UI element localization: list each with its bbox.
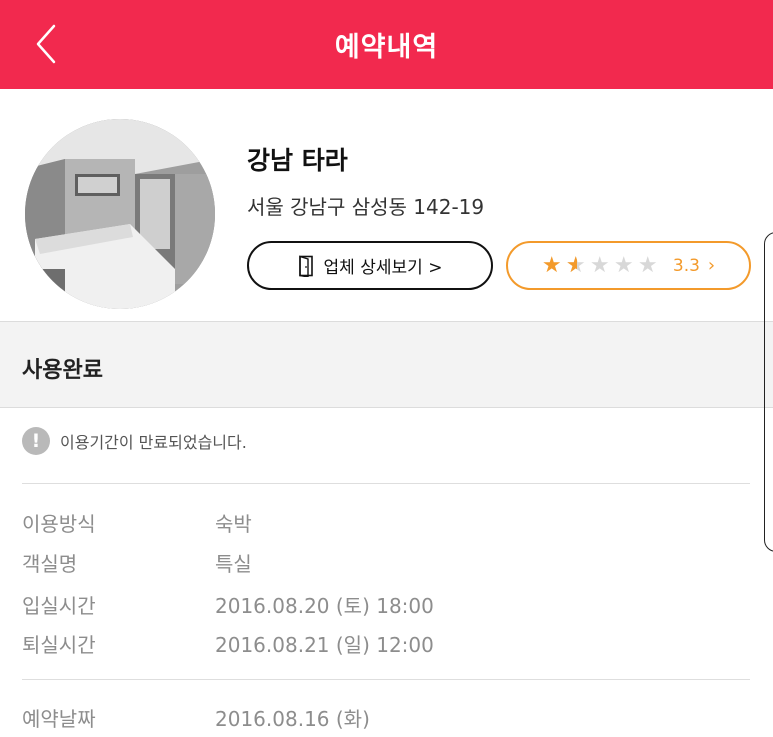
star-icon: ★ xyxy=(589,252,610,278)
page-title: 예약내역 xyxy=(334,32,439,63)
info-value: 특실 xyxy=(215,552,252,576)
divider xyxy=(22,679,750,680)
notice-text: 이용기간이 만료되었습니다. xyxy=(60,433,247,452)
hotel-summary: 강남 타라 서울 강남구 삼성동 142-19 업체 상세보기 > ★ ★ ★ ★ ★ … xyxy=(0,89,773,321)
info-value: 2016.08.20 (토) 18:00 xyxy=(215,594,434,618)
info-row-method: 이용방식 숙박 xyxy=(22,508,252,537)
info-row-booking-date: 예약날짜 2016.08.16 (화) xyxy=(22,703,370,732)
chevron-right-icon: › xyxy=(707,255,716,276)
info-value: 2016.08.21 (일) 12:00 xyxy=(215,633,434,657)
side-overlay-card[interactable] xyxy=(764,232,773,552)
info-label: 이용방식 xyxy=(22,512,96,536)
rating-value: 3.3 xyxy=(672,255,700,276)
chevron-left-icon xyxy=(36,24,56,64)
star-icon: ★ xyxy=(541,252,562,278)
hotel-room-image xyxy=(25,119,215,309)
status-section: 사용완료 xyxy=(0,321,773,408)
rating-button[interactable]: ★★★★★ 3.3 › xyxy=(506,241,751,290)
star-icon: ★ xyxy=(566,254,589,277)
status-label: 사용완료 xyxy=(22,358,103,383)
info-label: 입실시간 xyxy=(22,594,96,618)
info-row-room: 객실명 특실 xyxy=(22,548,252,577)
info-value: 숙박 xyxy=(215,512,252,536)
hotel-detail-button[interactable]: 업체 상세보기 > xyxy=(247,241,493,290)
hotel-photo xyxy=(25,119,215,309)
star-icon: ★ xyxy=(637,252,658,278)
expired-notice: ! 이용기간이 만료되었습니다. xyxy=(22,427,247,455)
info-label: 예약날짜 xyxy=(22,707,96,731)
rating-stars: ★ ★ ★ ★ ★ xyxy=(541,252,661,278)
divider xyxy=(22,483,750,484)
back-button[interactable] xyxy=(30,22,64,66)
star-icon: ★ xyxy=(613,252,634,278)
hotel-detail-label: 업체 상세보기 > xyxy=(323,258,443,278)
info-label: 객실명 xyxy=(22,552,78,576)
hotel-name: 강남 타라 xyxy=(247,146,348,175)
hotel-address: 서울 강남구 삼성동 142-19 xyxy=(247,195,485,219)
info-row-checkout: 퇴실시간 2016.08.21 (일) 12:00 xyxy=(22,629,434,658)
info-value: 2016.08.16 (화) xyxy=(215,707,370,731)
door-icon xyxy=(298,255,313,277)
alert-icon: ! xyxy=(22,427,50,455)
app-header: 예약내역 xyxy=(0,0,773,89)
info-label: 퇴실시간 xyxy=(22,633,96,657)
info-row-checkin: 입실시간 2016.08.20 (토) 18:00 xyxy=(22,590,434,619)
